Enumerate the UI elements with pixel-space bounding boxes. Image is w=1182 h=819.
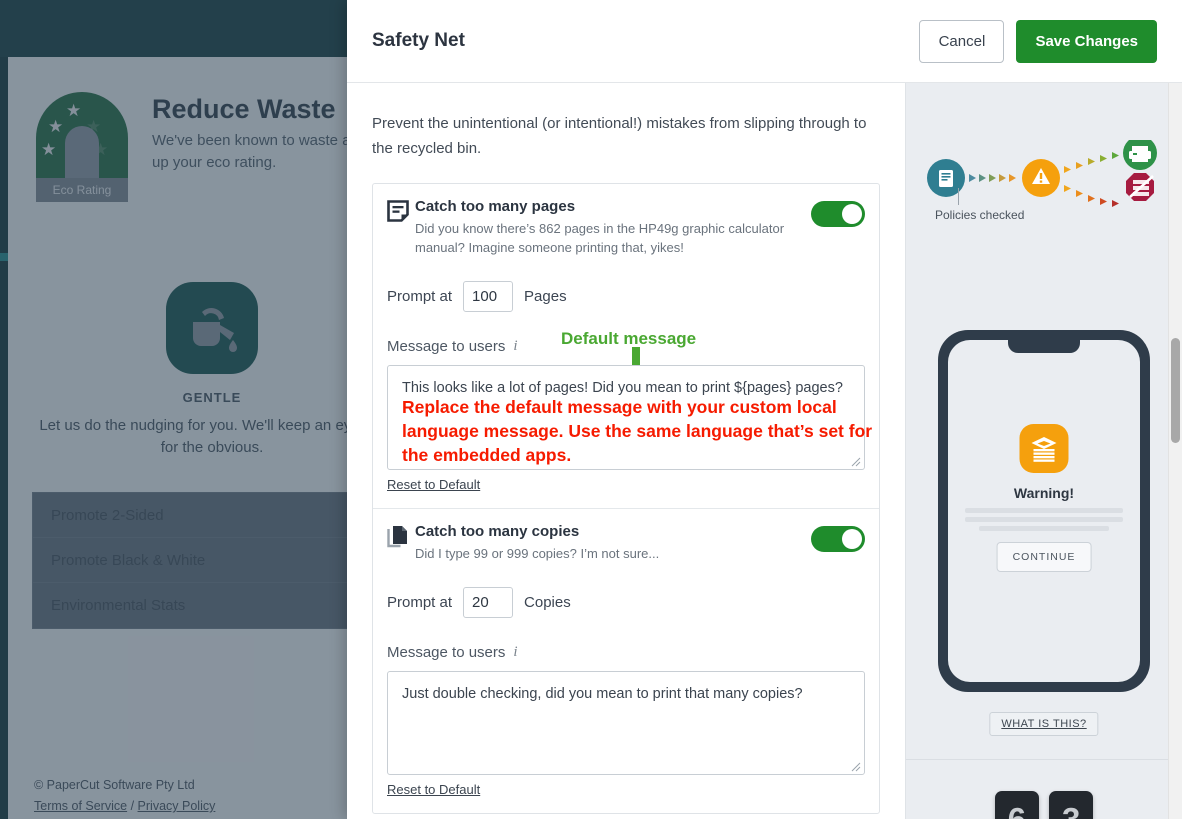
placeholder-line xyxy=(965,508,1123,513)
policy-texts: Catch too many pages Did you know there’… xyxy=(415,198,811,257)
message-textarea-copies[interactable]: Just double checking, did you mean to pr… xyxy=(387,671,865,775)
policy-header: Catch too many copies Did I type 99 or 9… xyxy=(387,523,865,563)
message-textarea-pages[interactable]: This looks like a lot of pages! Did you … xyxy=(387,365,872,470)
message-to-users-label-copies: Message to users i xyxy=(387,644,865,661)
prompt-at-label: Prompt at xyxy=(387,288,453,305)
flow-arrows-approve xyxy=(1064,152,1119,173)
phone-screen: Warning! CONTINUE xyxy=(948,340,1140,682)
dialog-header: Safety Net Cancel Save Changes xyxy=(347,0,1182,83)
dialog-intro-text: Prevent the unintentional (or intentiona… xyxy=(372,115,867,157)
policy-toggle-copies[interactable] xyxy=(811,526,865,552)
preview-divider xyxy=(906,759,1182,760)
paper-stack-app-icon xyxy=(1019,424,1069,473)
document-copies-icon xyxy=(387,525,415,554)
policy-description: Did you know there’s 862 pages in the HP… xyxy=(415,221,785,255)
deny-node-icon xyxy=(1126,173,1154,201)
flow-arrows-stage-1 xyxy=(969,174,1016,182)
document-lines-icon xyxy=(387,200,415,229)
warnings-counter: 6 3 Warnings Issued since 09/10/2019 10:… xyxy=(906,791,1182,819)
reset-to-default-link-pages[interactable]: Reset to Default xyxy=(387,477,480,492)
policy-catch-too-many-pages: Catch too many pages Did you know there’… xyxy=(373,184,879,509)
paper-stack-glyph xyxy=(1031,437,1057,462)
settings-column: Prevent the unintentional (or intentiona… xyxy=(347,83,905,819)
toggle-knob xyxy=(842,529,862,549)
page-scrollbar[interactable] xyxy=(1168,83,1182,819)
what-is-this-button[interactable]: WHAT IS THIS? xyxy=(989,712,1099,736)
prompt-threshold-row: Prompt at Copies xyxy=(387,587,865,618)
cancel-button[interactable]: Cancel xyxy=(919,19,1005,63)
message-value-copies: Just double checking, did you mean to pr… xyxy=(402,686,803,702)
preview-column: Policies checked Warning! CONTINUE WHAT … xyxy=(905,83,1182,819)
save-changes-button[interactable]: Save Changes xyxy=(1016,19,1157,63)
placeholder-line xyxy=(979,526,1109,531)
phone-continue-button[interactable]: CONTINUE xyxy=(996,542,1092,572)
message-field-wrapper-pages: Default message This looks like a lot of… xyxy=(387,329,872,470)
dialog-body: Prevent the unintentional (or intentiona… xyxy=(347,83,1182,819)
flow-arrows-deny xyxy=(1064,185,1119,207)
policy-texts: Catch too many copies Did I type 99 or 9… xyxy=(415,523,811,563)
policy-description: Did I type 99 or 999 copies? I’m not sur… xyxy=(415,546,660,561)
policy-name: Catch too many pages xyxy=(415,198,576,215)
annotation-instruction-text: Replace the default message with your cu… xyxy=(402,397,873,465)
dialog-title: Safety Net xyxy=(372,30,465,51)
prompt-threshold-row: Prompt at Pages xyxy=(387,281,865,312)
flow-caption-tick xyxy=(958,188,959,205)
policy-header: Catch too many pages Did you know there’… xyxy=(387,198,865,257)
message-label-text: Message to users xyxy=(387,338,506,355)
toggle-knob xyxy=(842,204,862,224)
reset-to-default-link-copies[interactable]: Reset to Default xyxy=(387,782,480,797)
policy-name: Catch too many copies xyxy=(415,523,580,540)
placeholder-line xyxy=(965,517,1123,522)
phone-mockup: Warning! CONTINUE xyxy=(938,330,1150,692)
prompt-at-label: Prompt at xyxy=(387,594,453,611)
policies-card: Catch too many pages Did you know there’… xyxy=(372,183,880,814)
policy-toggle-pages[interactable] xyxy=(811,201,865,227)
message-label-text: Message to users xyxy=(387,644,506,661)
resize-grip-icon xyxy=(851,762,861,772)
document-copies-glyph xyxy=(387,526,407,548)
prompt-unit-label: Copies xyxy=(524,594,571,611)
page-scrollbar-thumb[interactable] xyxy=(1171,338,1180,443)
policy-catch-too-many-copies: Catch too many copies Did I type 99 or 9… xyxy=(373,509,879,813)
message-value-pages: This looks like a lot of pages! Did you … xyxy=(402,380,843,396)
prompt-unit-label: Pages xyxy=(524,288,567,305)
flow-caption: Policies checked xyxy=(935,208,1025,222)
prompt-pages-input[interactable] xyxy=(463,281,514,312)
counter-digit: 3 xyxy=(1049,791,1094,819)
info-icon[interactable]: i xyxy=(513,338,517,355)
counter-digit: 6 xyxy=(994,791,1039,819)
phone-warning-title: Warning! xyxy=(1013,485,1075,501)
annotation-default-message-label: Default message xyxy=(561,329,697,348)
phone-notch xyxy=(1008,340,1080,353)
safety-net-dialog: Safety Net Cancel Save Changes Prevent t… xyxy=(347,0,1182,819)
prompt-copies-input[interactable] xyxy=(463,587,514,618)
info-icon[interactable]: i xyxy=(513,644,517,661)
document-lines-glyph xyxy=(387,200,409,222)
